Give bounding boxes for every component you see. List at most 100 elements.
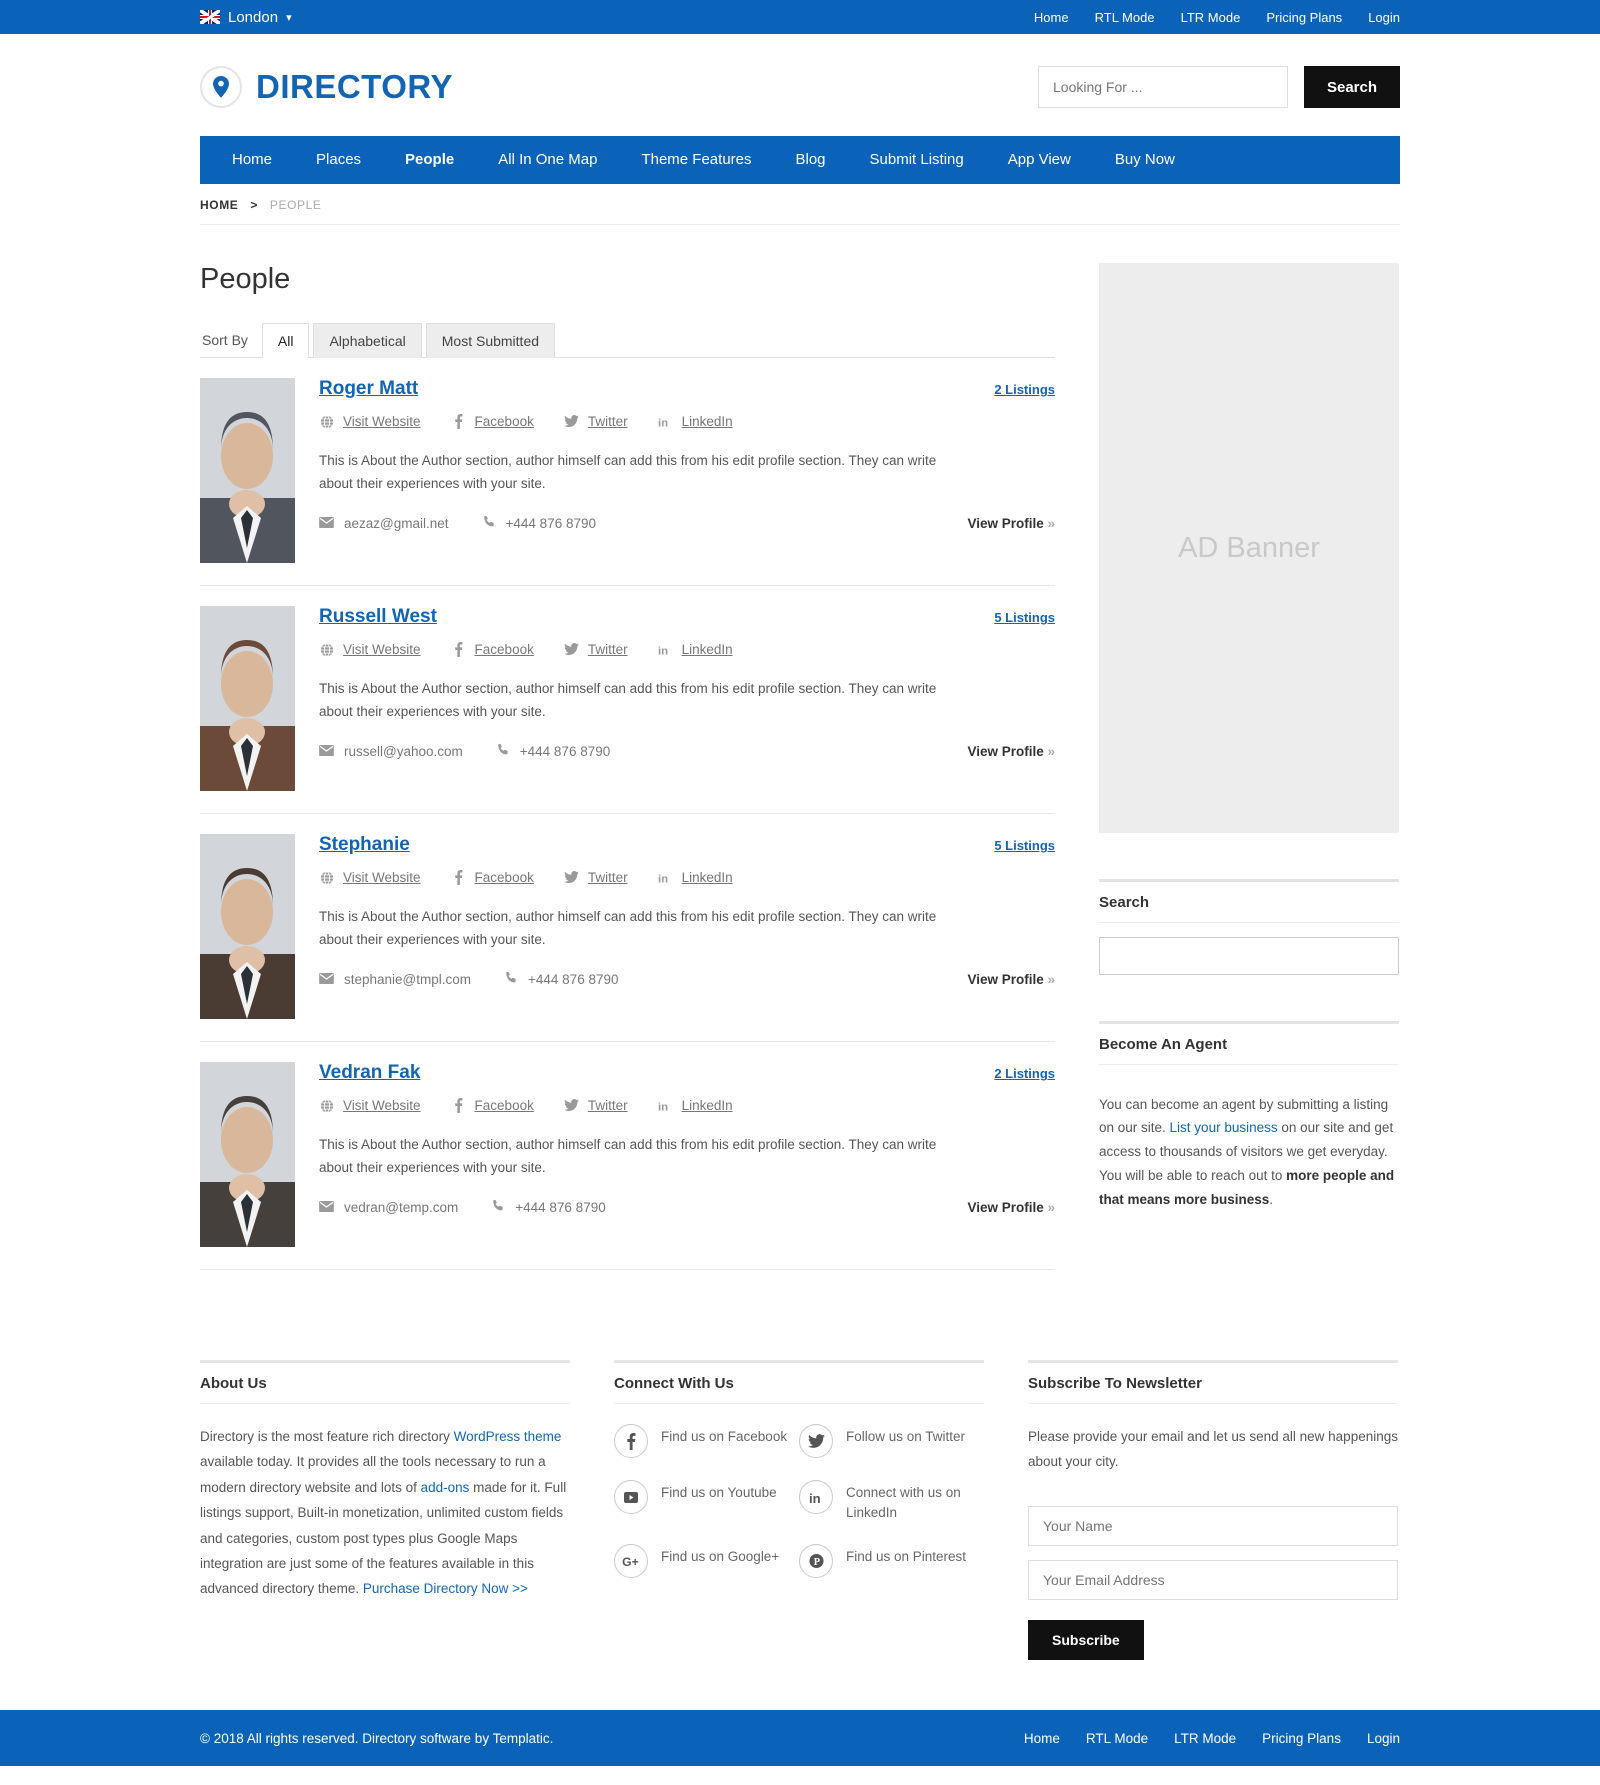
person-about: This is About the Author section, author… [319, 453, 937, 492]
nav-item-submit-listing[interactable]: Submit Listing [848, 136, 986, 184]
facebook-link[interactable]: Facebook [451, 1098, 534, 1113]
become-agent-title: Become An Agent [1099, 1021, 1399, 1065]
visit-website-link[interactable]: Visit Website [319, 870, 421, 885]
social-link-item[interactable]: Find us on Facebook [614, 1424, 799, 1458]
globe-icon [319, 870, 334, 885]
phone-icon [492, 1199, 505, 1215]
nav-item-places[interactable]: Places [294, 136, 383, 184]
nav-item-app-view[interactable]: App View [986, 136, 1093, 184]
top-nav-login[interactable]: Login [1368, 10, 1400, 25]
linkedin-link[interactable]: in LinkedIn [658, 642, 733, 657]
social-link-item[interactable]: in Connect with us on LinkedIn [799, 1480, 984, 1522]
newsletter-email-input[interactable] [1028, 1560, 1398, 1601]
person-listings-count[interactable]: 5 Listings [994, 838, 1055, 853]
breadcrumb-wrap: HOME > PEOPLE [200, 184, 1400, 225]
twitter-link[interactable]: Twitter [563, 1098, 628, 1113]
main-column: People Sort By All Alphabetical Most Sub… [200, 263, 1055, 1270]
double-chevron-icon: » [1047, 971, 1055, 987]
linkedin-icon: in [658, 1098, 673, 1113]
visit-website-link[interactable]: Visit Website [319, 414, 421, 429]
person-listings-count[interactable]: 2 Listings [994, 1066, 1055, 1081]
visit-website-link[interactable]: Visit Website [319, 642, 421, 657]
nav-item-all-in-one-map[interactable]: All In One Map [476, 136, 619, 184]
connect-with-us-title: Connect With Us [614, 1360, 984, 1404]
twitter-link[interactable]: Twitter [563, 642, 628, 657]
person-social-links: Visit Website Facebook Twitter in LinkedI… [319, 414, 1055, 429]
bottom-nav-ltr-mode[interactable]: LTR Mode [1174, 1731, 1236, 1746]
bottom-nav-rtl-mode[interactable]: RTL Mode [1086, 1731, 1148, 1746]
addons-link[interactable]: add-ons [421, 1480, 470, 1495]
twitter-icon [799, 1424, 833, 1458]
person-listings-count[interactable]: 5 Listings [994, 610, 1055, 625]
facebook-link[interactable]: Facebook [451, 414, 534, 429]
chevron-down-icon[interactable]: ▾ [286, 11, 292, 24]
top-nav-rtl-mode[interactable]: RTL Mode [1095, 10, 1155, 25]
linkedin-link[interactable]: in LinkedIn [658, 414, 733, 429]
double-chevron-icon: » [1047, 743, 1055, 759]
person-name[interactable]: Vedran Fak [319, 1062, 420, 1084]
become-agent-widget: Become An Agent You can become an agent … [1099, 1021, 1399, 1211]
person-card: Vedran Fak 2 Listings Visit Website Face… [200, 1042, 1055, 1270]
svg-text:in: in [658, 417, 668, 429]
newsletter-title: Subscribe To Newsletter [1028, 1360, 1398, 1404]
nav-item-blog[interactable]: Blog [774, 136, 848, 184]
twitter-link[interactable]: Twitter [563, 870, 628, 885]
svg-text:in: in [658, 873, 668, 885]
templatic-link[interactable]: Templatic [493, 1731, 550, 1746]
view-profile-link[interactable]: View Profile » [967, 1200, 1055, 1215]
purchase-directory-link[interactable]: Purchase Directory Now >> [363, 1581, 528, 1596]
logo[interactable]: DIRECTORY [200, 66, 453, 108]
bottom-bar: © 2018 All rights reserved. Directory so… [0, 1710, 1600, 1767]
bottom-nav-home[interactable]: Home [1024, 1731, 1060, 1746]
person-phone: +444 876 8790 [505, 971, 618, 987]
linkedin-icon: in [658, 870, 673, 885]
sidebar-search-input[interactable] [1099, 937, 1399, 975]
person-name[interactable]: Russell West [319, 606, 437, 628]
agent-text-part3: . [1269, 1191, 1274, 1207]
top-nav-ltr-mode[interactable]: LTR Mode [1181, 10, 1241, 25]
linkedin-link[interactable]: in LinkedIn [658, 1098, 733, 1113]
facebook-icon [614, 1424, 648, 1458]
newsletter-name-input[interactable] [1028, 1506, 1398, 1547]
top-nav-pricing-plans[interactable]: Pricing Plans [1266, 10, 1342, 25]
globe-icon [319, 1098, 334, 1113]
social-link-item[interactable]: Follow us on Twitter [799, 1424, 984, 1458]
view-profile-link[interactable]: View Profile » [967, 516, 1055, 531]
pinterest-icon: P [799, 1544, 833, 1579]
person-listings-count[interactable]: 2 Listings [994, 382, 1055, 397]
social-link-item[interactable]: Find us on Youtube [614, 1480, 799, 1522]
list-your-business-link[interactable]: List your business [1170, 1120, 1278, 1135]
subscribe-button[interactable]: Subscribe [1028, 1620, 1144, 1661]
svg-text:in: in [809, 1491, 821, 1505]
phone-icon [505, 971, 518, 987]
city-selector[interactable]: London ▾ [200, 9, 292, 26]
facebook-link[interactable]: Facebook [451, 870, 534, 885]
tab-all[interactable]: All [261, 323, 310, 358]
facebook-link[interactable]: Facebook [451, 642, 534, 657]
tab-alphabetical[interactable]: Alphabetical [313, 323, 422, 358]
bottom-nav-pricing-plans[interactable]: Pricing Plans [1262, 1731, 1341, 1746]
wordpress-theme-link[interactable]: WordPress theme [454, 1429, 562, 1444]
bottom-nav-login[interactable]: Login [1367, 1731, 1400, 1746]
social-link-item[interactable]: G+ Find us on Google+ [614, 1544, 799, 1579]
top-nav-home[interactable]: Home [1034, 10, 1069, 25]
twitter-icon [563, 870, 579, 885]
nav-item-buy-now[interactable]: Buy Now [1093, 136, 1197, 184]
nav-item-theme-features[interactable]: Theme Features [619, 136, 773, 184]
breadcrumb-home[interactable]: HOME [200, 198, 238, 212]
search-input[interactable] [1038, 66, 1288, 108]
view-profile-link[interactable]: View Profile » [967, 972, 1055, 987]
nav-item-people[interactable]: People [383, 136, 476, 184]
twitter-link[interactable]: Twitter [563, 414, 628, 429]
search-button[interactable]: Search [1304, 66, 1400, 108]
breadcrumb-separator-icon: > [250, 198, 258, 212]
linkedin-link[interactable]: in LinkedIn [658, 870, 733, 885]
person-name[interactable]: Stephanie [319, 834, 410, 856]
globe-icon [319, 642, 334, 657]
visit-website-link[interactable]: Visit Website [319, 1098, 421, 1113]
social-link-item[interactable]: P Find us on Pinterest [799, 1544, 984, 1579]
nav-item-home[interactable]: Home [210, 136, 294, 184]
tab-most-submitted[interactable]: Most Submitted [425, 323, 556, 358]
view-profile-link[interactable]: View Profile » [967, 744, 1055, 759]
person-name[interactable]: Roger Matt [319, 378, 418, 400]
